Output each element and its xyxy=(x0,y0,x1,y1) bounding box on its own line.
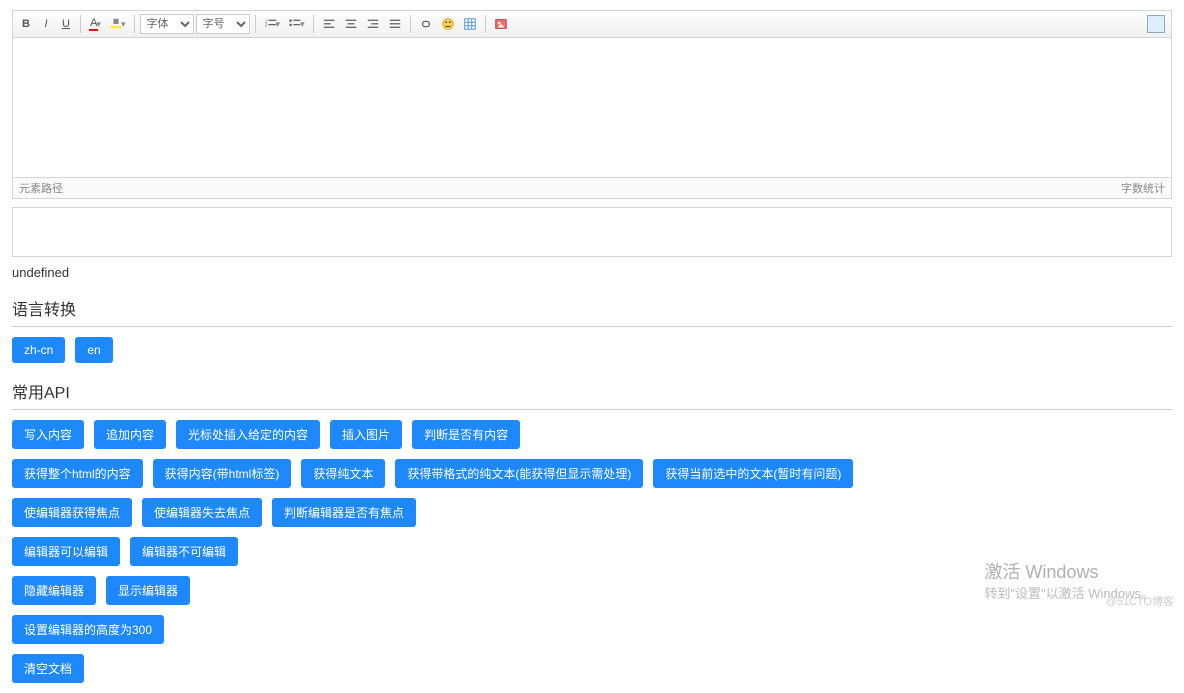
api-button-row: 使编辑器获得焦点使编辑器失去焦点判断编辑器是否有焦点 xyxy=(12,488,1172,527)
align-left-button[interactable] xyxy=(319,14,339,34)
align-center-button[interactable] xyxy=(341,14,361,34)
api-button[interactable]: 追加内容 xyxy=(94,420,166,449)
lang-button-zh-cn[interactable]: zh-cn xyxy=(12,337,65,363)
api-button[interactable]: 判断是否有内容 xyxy=(412,420,520,449)
underline-button[interactable]: U xyxy=(57,14,75,34)
api-button[interactable]: 插入图片 xyxy=(330,420,402,449)
lang-button-row: zh-cn en xyxy=(12,327,1172,363)
align-right-button[interactable] xyxy=(363,14,383,34)
api-button[interactable]: 获得纯文本 xyxy=(301,459,385,488)
fullscreen-button[interactable] xyxy=(1147,15,1165,33)
image-button[interactable] xyxy=(491,14,511,34)
api-button-row: 编辑器可以编辑编辑器不可编辑 xyxy=(12,527,1172,566)
editor-statusbar: 元素路径 字数统计 xyxy=(12,178,1172,199)
unordered-list-button[interactable]: ▾ xyxy=(285,14,308,34)
svg-text:2: 2 xyxy=(264,23,267,28)
editor-toolbar: B I U A▾ ▾ 字体 字号 12▾ ▾ xyxy=(12,10,1172,38)
italic-button[interactable]: I xyxy=(37,14,55,34)
api-button[interactable]: 隐藏编辑器 xyxy=(12,576,96,605)
lang-button-en[interactable]: en xyxy=(75,337,112,363)
api-button-row: 清空文档 xyxy=(12,644,1172,683)
element-path-label: 元素路径 xyxy=(19,180,63,196)
api-button[interactable]: 显示编辑器 xyxy=(106,576,190,605)
api-button[interactable]: 使编辑器获得焦点 xyxy=(12,498,132,527)
output-box xyxy=(12,207,1172,257)
api-button[interactable]: 获得当前选中的文本(暂时有问题) xyxy=(653,459,853,488)
emoticon-button[interactable] xyxy=(438,14,458,34)
font-family-select[interactable]: 字体 xyxy=(140,14,194,34)
api-button-row: 写入内容追加内容光标处插入给定的内容插入图片判断是否有内容 xyxy=(12,410,1172,449)
api-button[interactable]: 编辑器可以编辑 xyxy=(12,537,120,566)
link-button[interactable] xyxy=(416,14,436,34)
api-button[interactable]: 判断编辑器是否有焦点 xyxy=(272,498,416,527)
api-button-row: 获得整个html的内容获得内容(带html标签) 获得纯文本获得带格式的纯文本(能… xyxy=(12,449,1172,488)
font-size-select[interactable]: 字号 xyxy=(196,14,250,34)
api-button[interactable]: 写入内容 xyxy=(12,420,84,449)
undefined-text: undefined xyxy=(12,265,1172,280)
api-button[interactable]: 获得内容(带html标签) xyxy=(153,459,292,488)
editor-content-area[interactable] xyxy=(12,38,1172,178)
api-button[interactable]: 编辑器不可编辑 xyxy=(130,537,238,566)
ordered-list-button[interactable]: 12▾ xyxy=(261,14,284,34)
bold-button[interactable]: B xyxy=(17,14,35,34)
align-justify-button[interactable] xyxy=(385,14,405,34)
font-color-button[interactable]: A▾ xyxy=(86,14,104,34)
api-button[interactable]: 获得带格式的纯文本(能获得但显示需处理) xyxy=(395,459,643,488)
word-count-label[interactable]: 字数统计 xyxy=(1121,180,1165,196)
api-button[interactable]: 设置编辑器的高度为300 xyxy=(12,615,164,644)
api-button[interactable]: 清空文档 xyxy=(12,654,84,683)
api-button-row: 设置编辑器的高度为300 xyxy=(12,605,1172,644)
api-button[interactable]: 使编辑器失去焦点 xyxy=(142,498,262,527)
section-header-language: 语言转换 xyxy=(12,290,1172,327)
api-button[interactable]: 获得整个html的内容 xyxy=(12,459,143,488)
table-button[interactable] xyxy=(460,14,480,34)
api-button[interactable]: 光标处插入给定的内容 xyxy=(176,420,320,449)
api-button-row: 隐藏编辑器显示编辑器 xyxy=(12,566,1172,605)
back-color-button[interactable]: ▾ xyxy=(106,14,129,34)
section-header-api: 常用API xyxy=(12,373,1172,410)
